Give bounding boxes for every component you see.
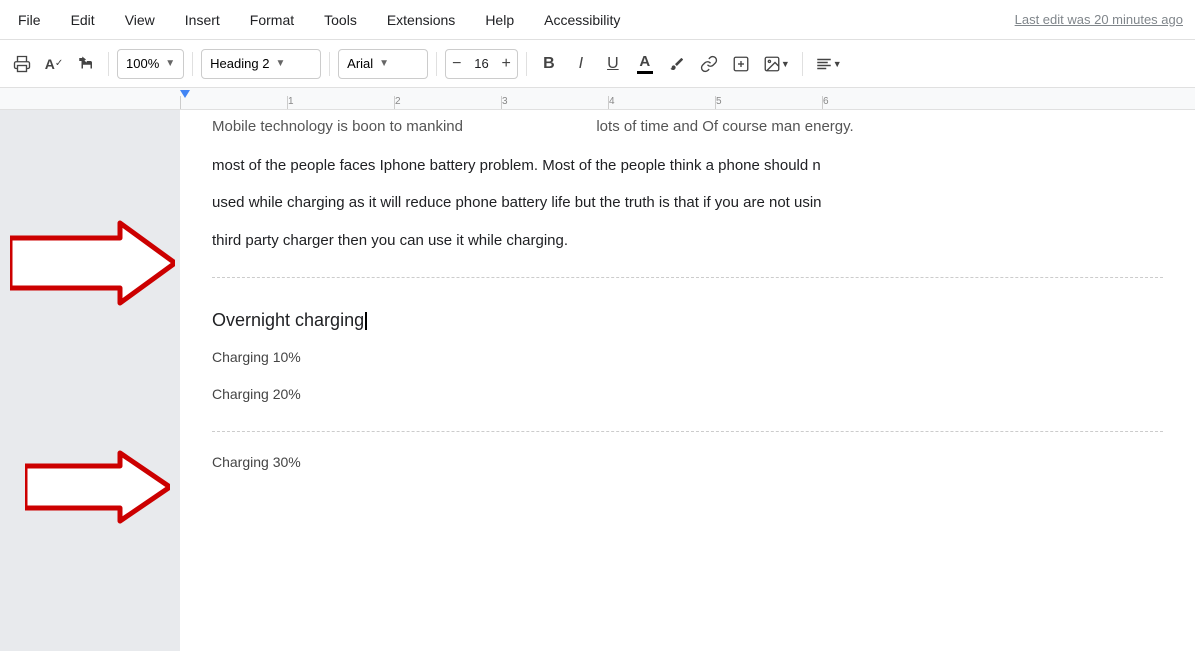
zoom-selector[interactable]: 100% ▼ <box>117 49 184 79</box>
toolbar: A✓ 100% ▼ Heading 2 ▼ Arial ▼ − 16 + B I… <box>0 40 1195 88</box>
document-area[interactable]: Mobile technology is boon to mankind lot… <box>180 110 1195 651</box>
font-size-value: 16 <box>470 56 494 71</box>
highlight-button[interactable] <box>663 48 691 80</box>
ruler-mark-3: 3 <box>501 96 608 109</box>
menu-accessibility[interactable]: Accessibility <box>538 8 626 32</box>
doc-paragraph-1: Mobile technology is boon to mankind lot… <box>212 110 1163 146</box>
paint-format-button[interactable] <box>72 48 100 80</box>
doc-paragraph-4: third party charger then you can use it … <box>212 222 1163 260</box>
left-panel <box>0 110 180 651</box>
image-button[interactable]: ▼ <box>759 48 794 80</box>
heading-style-selector[interactable]: Heading 2 ▼ <box>201 49 321 79</box>
arrow-annotation-2 <box>25 450 170 530</box>
ruler-mark-2: 2 <box>394 96 501 109</box>
arrow-annotation-1 <box>10 218 175 313</box>
heading-text: Overnight charging <box>212 310 364 330</box>
alignment-button[interactable]: ▼ <box>811 48 846 80</box>
page-break-line-2 <box>212 431 1163 432</box>
document-content: Mobile technology is boon to mankind lot… <box>180 110 1195 481</box>
ruler-mark-6: 6 <box>822 96 929 109</box>
doc-paragraph-3: used while charging as it will reduce ph… <box>212 184 1163 222</box>
ruler-mark-4: 4 <box>608 96 715 109</box>
divider-3 <box>329 52 330 76</box>
font-size-increase-button[interactable]: + <box>496 50 517 78</box>
zoom-arrow-icon: ▼ <box>165 58 175 69</box>
ruler: 1 2 3 4 5 6 <box>0 88 1195 110</box>
menu-help[interactable]: Help <box>479 8 520 32</box>
ruler-mark-0 <box>180 96 287 109</box>
divider-5 <box>526 52 527 76</box>
heading-arrow-icon: ▼ <box>275 58 285 69</box>
last-edit-status: Last edit was 20 minutes ago <box>1015 12 1183 27</box>
charging-item-3: Charging 30% <box>212 444 1163 481</box>
bold-button[interactable]: B <box>535 48 563 80</box>
menu-format[interactable]: Format <box>244 8 300 32</box>
font-selector[interactable]: Arial ▼ <box>338 49 428 79</box>
heading-style-value: Heading 2 <box>210 56 269 71</box>
print-button[interactable] <box>8 48 36 80</box>
ruler-mark-1: 1 <box>287 96 394 109</box>
menu-bar: File Edit View Insert Format Tools Exten… <box>0 0 1195 40</box>
font-arrow-icon: ▼ <box>379 58 389 69</box>
menu-edit[interactable]: Edit <box>65 8 101 32</box>
zoom-value: 100% <box>126 56 159 71</box>
main-area: Mobile technology is boon to mankind lot… <box>0 110 1195 651</box>
font-size-decrease-button[interactable]: − <box>446 50 467 78</box>
text-cursor <box>365 312 367 330</box>
ruler-marks: 1 2 3 4 5 6 <box>180 96 1195 109</box>
divider-4 <box>436 52 437 76</box>
text-color-button[interactable]: A <box>631 48 659 80</box>
font-value: Arial <box>347 56 373 71</box>
doc-paragraph-2: most of the people faces Iphone battery … <box>212 147 1163 185</box>
underline-button[interactable]: U <box>599 48 627 80</box>
divider-2 <box>192 52 193 76</box>
document-heading[interactable]: Overnight charging <box>212 290 1163 339</box>
charging-item-1: Charging 10% <box>212 339 1163 376</box>
menu-view[interactable]: View <box>119 8 161 32</box>
divider-1 <box>108 52 109 76</box>
menu-extensions[interactable]: Extensions <box>381 8 461 32</box>
link-button[interactable] <box>695 48 723 80</box>
font-size-control: − 16 + <box>445 49 518 79</box>
menu-file[interactable]: File <box>12 8 47 32</box>
divider-6 <box>802 52 803 76</box>
page-break-line <box>212 277 1163 278</box>
charging-item-2: Charging 20% <box>212 376 1163 413</box>
insert-link-button[interactable] <box>727 48 755 80</box>
menu-insert[interactable]: Insert <box>179 8 226 32</box>
menu-tools[interactable]: Tools <box>318 8 363 32</box>
spellcheck-button[interactable]: A✓ <box>40 48 68 80</box>
text-color-icon: A <box>637 53 653 74</box>
ruler-mark-5: 5 <box>715 96 822 109</box>
italic-button[interactable]: I <box>567 48 595 80</box>
